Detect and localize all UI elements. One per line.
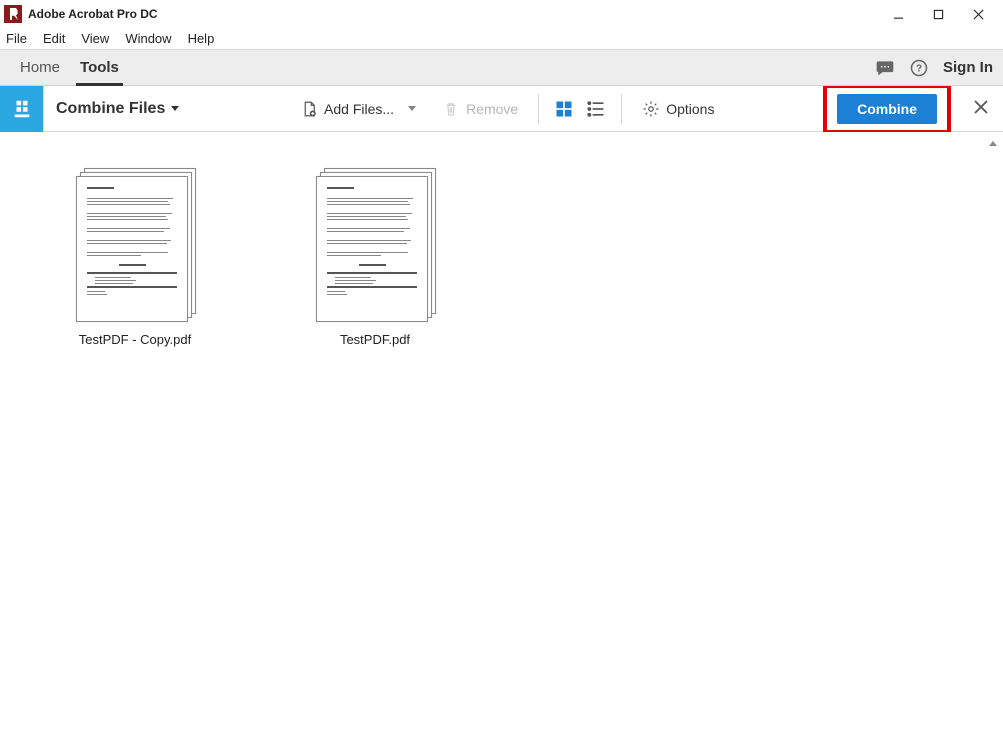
menu-view[interactable]: View: [81, 31, 109, 46]
menu-edit[interactable]: Edit: [43, 31, 65, 46]
list-view-button[interactable]: [585, 98, 607, 120]
help-icon[interactable]: ?: [909, 58, 929, 78]
remove-button: Remove: [436, 96, 524, 122]
menu-window[interactable]: Window: [125, 31, 171, 46]
combine-button[interactable]: Combine: [837, 94, 937, 124]
close-tool-button[interactable]: [959, 99, 1003, 118]
options-label: Options: [666, 101, 714, 117]
tab-tools[interactable]: Tools: [70, 50, 129, 86]
chat-icon[interactable]: [875, 58, 895, 78]
maximize-button[interactable]: [929, 5, 947, 23]
tabbar: Home Tools ? Sign In: [0, 50, 1003, 86]
tool-title-dropdown[interactable]: Combine Files: [44, 100, 191, 118]
menu-help[interactable]: Help: [188, 31, 215, 46]
menu-file[interactable]: File: [6, 31, 27, 46]
options-button[interactable]: Options: [636, 96, 720, 122]
minimize-button[interactable]: [889, 5, 907, 23]
add-files-label: Add Files...: [324, 101, 394, 117]
acrobat-app-icon: [4, 5, 22, 23]
add-files-button[interactable]: Add Files...: [294, 96, 400, 122]
tab-home[interactable]: Home: [10, 50, 70, 86]
file-thumbnail: [316, 168, 434, 320]
add-files-dropdown-icon[interactable]: [408, 106, 416, 111]
tool-title-label: Combine Files: [56, 100, 165, 118]
window-controls: [889, 5, 999, 23]
scroll-up-arrow-icon[interactable]: [987, 138, 999, 150]
file-item[interactable]: TestPDF.pdf: [310, 168, 440, 347]
file-thumbnail: [76, 168, 194, 320]
caret-down-icon: [171, 106, 179, 111]
menubar: File Edit View Window Help: [0, 28, 1003, 50]
combine-highlight: Combine: [823, 84, 951, 134]
thumbnail-view-button[interactable]: [553, 98, 575, 120]
file-grid: TestPDF - Copy.pdf: [0, 132, 1003, 383]
window-title: Adobe Acrobat Pro DC: [28, 7, 889, 21]
svg-text:?: ?: [916, 63, 922, 74]
remove-label: Remove: [466, 101, 518, 117]
tabbar-right: ? Sign In: [875, 58, 993, 78]
combine-files-tool-icon: [0, 86, 44, 132]
content-area: TestPDF - Copy.pdf: [0, 132, 1003, 742]
file-name: TestPDF - Copy.pdf: [79, 332, 191, 347]
close-window-button[interactable]: [969, 5, 987, 23]
options-group: Options: [622, 86, 734, 132]
view-group: [539, 86, 621, 132]
file-item[interactable]: TestPDF - Copy.pdf: [70, 168, 200, 347]
file-name: TestPDF.pdf: [340, 332, 410, 347]
add-remove-group: Add Files... Remove: [280, 86, 538, 132]
sign-in-link[interactable]: Sign In: [943, 59, 993, 76]
titlebar: Adobe Acrobat Pro DC: [0, 0, 1003, 28]
toolbar: Combine Files Add Files... Remove Option…: [0, 86, 1003, 132]
